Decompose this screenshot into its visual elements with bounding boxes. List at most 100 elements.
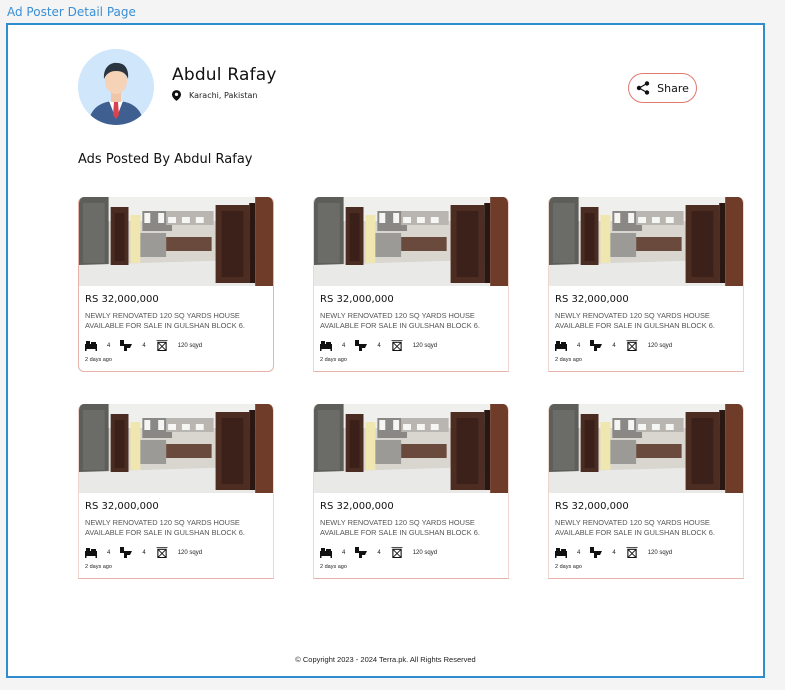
area-icon (156, 340, 168, 351)
listing-photo[interactable] (549, 197, 743, 286)
bathrooms-count: 4 (142, 342, 146, 349)
poster-location: Karachi, Pakistan (172, 90, 277, 101)
toilet-icon (590, 547, 603, 558)
area: 120 sqyd (626, 547, 672, 558)
bathrooms-count: 4 (612, 342, 616, 349)
listing-title[interactable]: NEWLY RENOVATED 120 SQ YARDS HOUSE AVAIL… (320, 518, 502, 537)
share-label: Share (657, 81, 689, 95)
listing-title[interactable]: NEWLY RENOVATED 120 SQ YARDS HOUSE AVAIL… (85, 518, 267, 537)
bedrooms-count: 4 (342, 342, 346, 349)
toilet-icon (120, 340, 133, 351)
listing-card[interactable]: RS 32,000,000 NEWLY RENOVATED 120 SQ YAR… (548, 197, 744, 372)
listing-features: 4 4 120 sqyd (320, 547, 502, 558)
bathrooms: 4 (590, 547, 616, 558)
page-label: Ad Poster Detail Page (7, 5, 136, 19)
bathrooms: 4 (355, 340, 381, 351)
bathrooms-count: 4 (612, 549, 616, 556)
posted-time: 2 days ago (85, 357, 112, 363)
listing-card[interactable]: RS 32,000,000 NEWLY RENOVATED 120 SQ YAR… (313, 197, 509, 372)
listing-price: RS 32,000,000 (85, 501, 159, 512)
bedrooms: 4 (85, 340, 110, 351)
bedrooms: 4 (555, 547, 580, 558)
bedrooms: 4 (555, 340, 580, 351)
bedrooms: 4 (85, 547, 110, 558)
posted-time: 2 days ago (320, 564, 347, 570)
share-icon (636, 81, 650, 95)
listing-photo[interactable] (549, 404, 743, 493)
listing-title[interactable]: NEWLY RENOVATED 120 SQ YARDS HOUSE AVAIL… (555, 311, 737, 330)
bathrooms-count: 4 (142, 549, 146, 556)
listing-photo[interactable] (314, 404, 508, 493)
location-text: Karachi, Pakistan (189, 91, 258, 100)
posted-time: 2 days ago (320, 357, 347, 363)
listing-body: RS 32,000,000 NEWLY RENOVATED 120 SQ YAR… (314, 286, 508, 363)
listing-photo[interactable] (79, 197, 273, 286)
toilet-icon (355, 340, 368, 351)
area: 120 sqyd (156, 547, 202, 558)
page-frame: Abdul Rafay Karachi, Pakistan Share Ads … (6, 23, 765, 678)
listing-photo[interactable] (314, 197, 508, 286)
listing-features: 4 4 120 sqyd (85, 547, 267, 558)
area-icon (391, 547, 403, 558)
area-value: 120 sqyd (412, 549, 438, 556)
area-value: 120 sqyd (647, 549, 673, 556)
area: 120 sqyd (391, 340, 437, 351)
bed-icon (320, 548, 332, 558)
bedrooms-count: 4 (577, 549, 581, 556)
bedrooms-count: 4 (107, 549, 111, 556)
listing-card[interactable]: RS 32,000,000 NEWLY RENOVATED 120 SQ YAR… (78, 197, 274, 372)
posted-time: 2 days ago (85, 564, 112, 570)
posted-time: 2 days ago (555, 564, 582, 570)
posted-time: 2 days ago (555, 357, 582, 363)
listing-title[interactable]: NEWLY RENOVATED 120 SQ YARDS HOUSE AVAIL… (320, 311, 502, 330)
listing-card[interactable]: RS 32,000,000 NEWLY RENOVATED 120 SQ YAR… (313, 404, 509, 579)
listing-features: 4 4 120 sqyd (320, 340, 502, 351)
listing-title[interactable]: NEWLY RENOVATED 120 SQ YARDS HOUSE AVAIL… (85, 311, 267, 330)
bathrooms: 4 (355, 547, 381, 558)
bed-icon (85, 548, 97, 558)
bedrooms: 4 (320, 340, 345, 351)
share-button[interactable]: Share (628, 73, 697, 103)
area-value: 120 sqyd (177, 549, 203, 556)
listing-body: RS 32,000,000 NEWLY RENOVATED 120 SQ YAR… (79, 493, 273, 570)
listing-body: RS 32,000,000 NEWLY RENOVATED 120 SQ YAR… (549, 286, 743, 363)
bed-icon (555, 341, 567, 351)
listing-title[interactable]: NEWLY RENOVATED 120 SQ YARDS HOUSE AVAIL… (555, 518, 737, 537)
poster-name: Abdul Rafay (172, 65, 277, 85)
listing-features: 4 4 120 sqyd (85, 340, 267, 351)
section-title: Ads Posted By Abdul Rafay (78, 152, 253, 167)
listing-price: RS 32,000,000 (320, 501, 394, 512)
bedrooms-count: 4 (577, 342, 581, 349)
listing-photo[interactable] (79, 404, 273, 493)
businessman-avatar-icon (78, 49, 154, 125)
footer-copyright: © Copyright 2023 - 2024 Terra.pk. All Ri… (295, 655, 476, 664)
listing-price: RS 32,000,000 (85, 294, 159, 305)
listing-features: 4 4 120 sqyd (555, 547, 737, 558)
poster-profile: Abdul Rafay Karachi, Pakistan (78, 49, 277, 125)
toilet-icon (120, 547, 133, 558)
listing-price: RS 32,000,000 (320, 294, 394, 305)
listing-features: 4 4 120 sqyd (555, 340, 737, 351)
location-pin-icon (172, 90, 181, 101)
area: 120 sqyd (156, 340, 202, 351)
bathrooms-count: 4 (377, 342, 381, 349)
listing-body: RS 32,000,000 NEWLY RENOVATED 120 SQ YAR… (79, 286, 273, 363)
toilet-icon (355, 547, 368, 558)
listing-price: RS 32,000,000 (555, 501, 629, 512)
bathrooms: 4 (120, 340, 146, 351)
listing-card[interactable]: RS 32,000,000 NEWLY RENOVATED 120 SQ YAR… (548, 404, 744, 579)
area-icon (626, 340, 638, 351)
bedrooms-count: 4 (107, 342, 111, 349)
bed-icon (320, 341, 332, 351)
listing-body: RS 32,000,000 NEWLY RENOVATED 120 SQ YAR… (549, 493, 743, 570)
area-icon (156, 547, 168, 558)
area: 120 sqyd (391, 547, 437, 558)
listing-price: RS 32,000,000 (555, 294, 629, 305)
listing-card[interactable]: RS 32,000,000 NEWLY RENOVATED 120 SQ YAR… (78, 404, 274, 579)
bathrooms: 4 (590, 340, 616, 351)
area: 120 sqyd (626, 340, 672, 351)
listing-body: RS 32,000,000 NEWLY RENOVATED 120 SQ YAR… (314, 493, 508, 570)
toilet-icon (590, 340, 603, 351)
profile-info: Abdul Rafay Karachi, Pakistan (172, 65, 277, 101)
area-value: 120 sqyd (412, 342, 438, 349)
